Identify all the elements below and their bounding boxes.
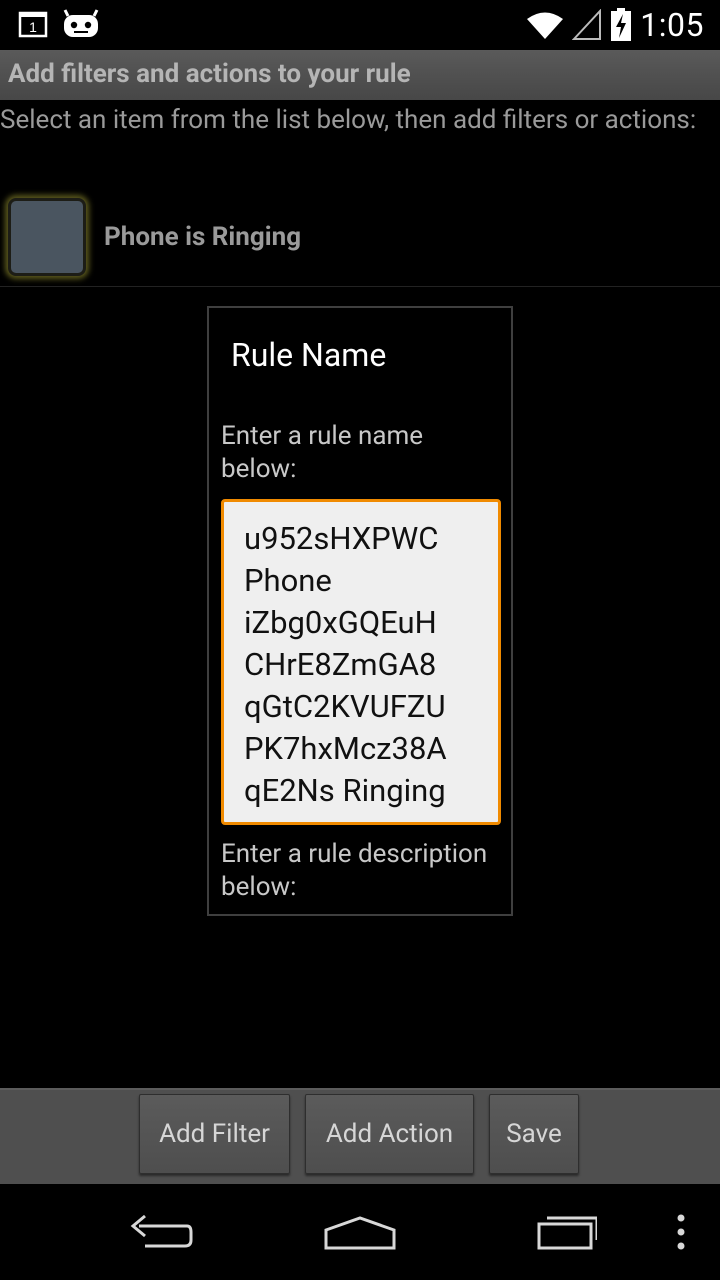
home-button[interactable] [315,1202,405,1262]
status-bar: 1 1:05 [0,0,720,50]
navigation-bar [0,1184,720,1280]
calendar-icon: 1 [18,11,48,38]
overflow-menu-button[interactable] [636,1202,720,1262]
overflow-menu-icon [677,1214,685,1250]
signal-icon [572,9,602,40]
back-icon [130,1214,193,1248]
list-item[interactable]: Phone is Ringing [0,190,720,287]
rule-description-prompt: Enter a rule description below: [221,839,488,902]
clock: 1:05 [640,6,704,44]
button-bar: Add Filter Add Action Save [0,1088,720,1186]
battery-charging-icon [611,8,632,41]
list-item-label: Phone is Ringing [104,222,302,252]
add-action-button[interactable]: Add Action [305,1094,474,1174]
wifi-icon [527,12,564,39]
rule-name-input[interactable]: u952sHXPWC Phone iZbg0xGQEuH CHrE8ZmGA8 … [221,499,501,825]
title-bar: Add filters and actions to your rule [0,50,720,100]
rule-name-prompt: Enter a rule name below: [221,421,424,484]
recents-button[interactable] [517,1202,607,1262]
phone-ringing-thumbnail [8,198,86,276]
dialog-title: Rule Name [231,336,387,374]
recents-icon [537,1216,597,1250]
rule-name-dialog: Rule Name Enter a rule name below: u952s… [207,306,513,916]
calendar-badge: 1 [29,19,37,35]
cyanogen-bot-icon [63,9,99,37]
instructions-text: Select an item from the list below, then… [0,105,697,135]
save-button[interactable]: Save [489,1094,579,1174]
add-filter-button[interactable]: Add Filter [139,1094,290,1174]
back-button[interactable] [115,1202,205,1262]
home-icon [324,1216,396,1250]
page-title: Add filters and actions to your rule [8,59,411,89]
